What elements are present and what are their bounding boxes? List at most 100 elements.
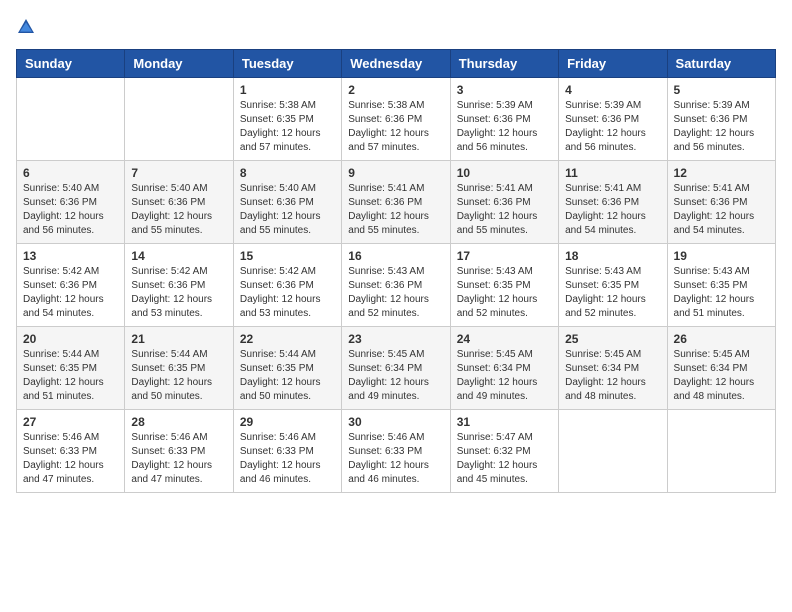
day-info: Sunrise: 5:41 AM Sunset: 6:36 PM Dayligh…	[674, 182, 769, 238]
table-row	[125, 78, 233, 161]
table-row: 14 Sunrise: 5:42 AM Sunset: 6:36 PM Dayli…	[125, 244, 233, 327]
calendar-week-row: 6 Sunrise: 5:40 AM Sunset: 6:36 PM Daylig…	[17, 161, 776, 244]
table-row: 28Sunrise: 5:46 AM Sunset: 6:33 PM Dayli…	[125, 410, 233, 493]
day-info: Sunrise: 5:46 AM Sunset: 6:33 PM Dayligh…	[240, 431, 335, 487]
day-info: Sunrise: 5:44 AM Sunset: 6:35 PM Dayligh…	[131, 348, 226, 404]
table-row: 9 Sunrise: 5:41 AM Sunset: 6:36 PM Daylig…	[342, 161, 450, 244]
day-number: 13	[23, 249, 118, 263]
day-number: 25	[565, 332, 660, 346]
calendar-week-row: 1Sunrise: 5:38 AM Sunset: 6:35 PM Daylig…	[17, 78, 776, 161]
day-number: 12	[674, 166, 769, 180]
col-sunday: Sunday	[17, 50, 125, 78]
table-row: 27Sunrise: 5:46 AM Sunset: 6:33 PM Dayli…	[17, 410, 125, 493]
table-row: 3 Sunrise: 5:39 AM Sunset: 6:36 PM Daylig…	[450, 78, 558, 161]
day-number: 31	[457, 415, 552, 429]
table-row: 4 Sunrise: 5:39 AM Sunset: 6:36 PM Daylig…	[559, 78, 667, 161]
day-number: 23	[348, 332, 443, 346]
col-saturday: Saturday	[667, 50, 775, 78]
day-number: 11	[565, 166, 660, 180]
table-row	[559, 410, 667, 493]
day-number: 20	[23, 332, 118, 346]
day-number: 26	[674, 332, 769, 346]
day-info: Sunrise: 5:40 AM Sunset: 6:36 PM Dayligh…	[240, 182, 335, 238]
generalblue-logo-icon	[16, 17, 36, 37]
logo	[16, 16, 40, 37]
day-info: Sunrise: 5:45 AM Sunset: 6:34 PM Dayligh…	[674, 348, 769, 404]
table-row	[667, 410, 775, 493]
table-row: 15 Sunrise: 5:42 AM Sunset: 6:36 PM Dayli…	[233, 244, 341, 327]
day-number: 3	[457, 83, 552, 97]
day-number: 22	[240, 332, 335, 346]
table-row: 6 Sunrise: 5:40 AM Sunset: 6:36 PM Daylig…	[17, 161, 125, 244]
table-row: 11 Sunrise: 5:41 AM Sunset: 6:36 PM Dayli…	[559, 161, 667, 244]
calendar-table: Sunday Monday Tuesday Wednesday Thursday…	[16, 49, 776, 493]
calendar-week-row: 13 Sunrise: 5:42 AM Sunset: 6:36 PM Dayli…	[17, 244, 776, 327]
day-number: 29	[240, 415, 335, 429]
day-number: 6	[23, 166, 118, 180]
col-wednesday: Wednesday	[342, 50, 450, 78]
table-row: 31 Sunrise: 5:47 AM Sunset: 6:32 PM Dayli…	[450, 410, 558, 493]
table-row: 7 Sunrise: 5:40 AM Sunset: 6:36 PM Daylig…	[125, 161, 233, 244]
day-info: Sunrise: 5:39 AM Sunset: 6:36 PM Dayligh…	[674, 99, 769, 155]
col-thursday: Thursday	[450, 50, 558, 78]
day-number: 2	[348, 83, 443, 97]
day-info: Sunrise: 5:45 AM Sunset: 6:34 PM Dayligh…	[348, 348, 443, 404]
day-info: Sunrise: 5:45 AM Sunset: 6:34 PM Dayligh…	[457, 348, 552, 404]
day-info: Sunrise: 5:41 AM Sunset: 6:36 PM Dayligh…	[565, 182, 660, 238]
day-info: Sunrise: 5:41 AM Sunset: 6:36 PM Dayligh…	[348, 182, 443, 238]
table-row: 12 Sunrise: 5:41 AM Sunset: 6:36 PM Dayli…	[667, 161, 775, 244]
day-info: Sunrise: 5:40 AM Sunset: 6:36 PM Dayligh…	[23, 182, 118, 238]
day-info: Sunrise: 5:42 AM Sunset: 6:36 PM Dayligh…	[240, 265, 335, 321]
day-number: 21	[131, 332, 226, 346]
table-row: 19Sunrise: 5:43 AM Sunset: 6:35 PM Dayli…	[667, 244, 775, 327]
day-info: Sunrise: 5:40 AM Sunset: 6:36 PM Dayligh…	[131, 182, 226, 238]
day-number: 4	[565, 83, 660, 97]
calendar-header-row: Sunday Monday Tuesday Wednesday Thursday…	[17, 50, 776, 78]
day-info: Sunrise: 5:39 AM Sunset: 6:36 PM Dayligh…	[565, 99, 660, 155]
day-info: Sunrise: 5:46 AM Sunset: 6:33 PM Dayligh…	[131, 431, 226, 487]
day-info: Sunrise: 5:38 AM Sunset: 6:36 PM Dayligh…	[348, 99, 443, 155]
table-row: 1Sunrise: 5:38 AM Sunset: 6:35 PM Daylig…	[233, 78, 341, 161]
table-row	[17, 78, 125, 161]
day-info: Sunrise: 5:42 AM Sunset: 6:36 PM Dayligh…	[131, 265, 226, 321]
day-info: Sunrise: 5:44 AM Sunset: 6:35 PM Dayligh…	[240, 348, 335, 404]
day-info: Sunrise: 5:47 AM Sunset: 6:32 PM Dayligh…	[457, 431, 552, 487]
day-number: 9	[348, 166, 443, 180]
table-row: 16 Sunrise: 5:43 AM Sunset: 6:36 PM Dayli…	[342, 244, 450, 327]
day-number: 27	[23, 415, 118, 429]
table-row: 10Sunrise: 5:41 AM Sunset: 6:36 PM Dayli…	[450, 161, 558, 244]
table-row: 23 Sunrise: 5:45 AM Sunset: 6:34 PM Dayli…	[342, 327, 450, 410]
table-row: 22 Sunrise: 5:44 AM Sunset: 6:35 PM Dayli…	[233, 327, 341, 410]
table-row: 26 Sunrise: 5:45 AM Sunset: 6:34 PM Dayli…	[667, 327, 775, 410]
day-info: Sunrise: 5:43 AM Sunset: 6:35 PM Dayligh…	[457, 265, 552, 321]
table-row: 21 Sunrise: 5:44 AM Sunset: 6:35 PM Dayli…	[125, 327, 233, 410]
day-number: 5	[674, 83, 769, 97]
day-info: Sunrise: 5:44 AM Sunset: 6:35 PM Dayligh…	[23, 348, 118, 404]
day-info: Sunrise: 5:45 AM Sunset: 6:34 PM Dayligh…	[565, 348, 660, 404]
table-row: 2 Sunrise: 5:38 AM Sunset: 6:36 PM Daylig…	[342, 78, 450, 161]
table-row: 18 Sunrise: 5:43 AM Sunset: 6:35 PM Dayli…	[559, 244, 667, 327]
day-info: Sunrise: 5:46 AM Sunset: 6:33 PM Dayligh…	[348, 431, 443, 487]
table-row: 24Sunrise: 5:45 AM Sunset: 6:34 PM Dayli…	[450, 327, 558, 410]
day-number: 30	[348, 415, 443, 429]
day-number: 16	[348, 249, 443, 263]
day-info: Sunrise: 5:38 AM Sunset: 6:35 PM Dayligh…	[240, 99, 335, 155]
day-number: 7	[131, 166, 226, 180]
table-row: 13 Sunrise: 5:42 AM Sunset: 6:36 PM Dayli…	[17, 244, 125, 327]
day-info: Sunrise: 5:43 AM Sunset: 6:35 PM Dayligh…	[565, 265, 660, 321]
table-row: 25 Sunrise: 5:45 AM Sunset: 6:34 PM Dayli…	[559, 327, 667, 410]
table-row: 5 Sunrise: 5:39 AM Sunset: 6:36 PM Daylig…	[667, 78, 775, 161]
table-row: 8 Sunrise: 5:40 AM Sunset: 6:36 PM Daylig…	[233, 161, 341, 244]
day-number: 17	[457, 249, 552, 263]
day-info: Sunrise: 5:43 AM Sunset: 6:36 PM Dayligh…	[348, 265, 443, 321]
day-number: 15	[240, 249, 335, 263]
day-info: Sunrise: 5:39 AM Sunset: 6:36 PM Dayligh…	[457, 99, 552, 155]
table-row: 17 Sunrise: 5:43 AM Sunset: 6:35 PM Dayli…	[450, 244, 558, 327]
day-info: Sunrise: 5:42 AM Sunset: 6:36 PM Dayligh…	[23, 265, 118, 321]
day-number: 18	[565, 249, 660, 263]
col-monday: Monday	[125, 50, 233, 78]
day-number: 14	[131, 249, 226, 263]
day-number: 8	[240, 166, 335, 180]
col-friday: Friday	[559, 50, 667, 78]
table-row: 30 Sunrise: 5:46 AM Sunset: 6:33 PM Dayli…	[342, 410, 450, 493]
